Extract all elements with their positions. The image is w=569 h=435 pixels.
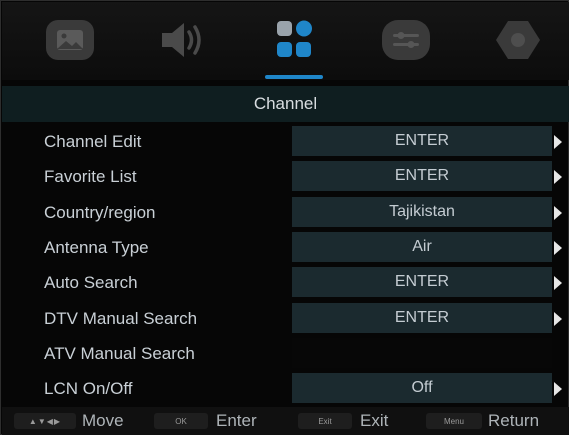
tab-picture[interactable] [14, 14, 126, 66]
lock-icon [496, 21, 540, 59]
right-arrow-icon[interactable] [554, 135, 562, 149]
selected-tab-indicator [265, 75, 323, 79]
help-enter-label: Enter [216, 411, 257, 430]
menu-key-icon: Menu [426, 413, 482, 429]
menu-row-label: Antenna Type [44, 237, 149, 257]
channel-icon [277, 20, 312, 57]
right-arrow-icon[interactable] [554, 170, 562, 185]
right-arrow-icon[interactable] [554, 240, 562, 255]
menu-tab-bar [2, 2, 569, 80]
tab-sound[interactable] [126, 14, 238, 66]
right-arrow-icon[interactable] [554, 276, 562, 291]
menu-row[interactable]: Antenna Type Air [2, 231, 569, 264]
right-arrow-icon[interactable] [554, 311, 562, 326]
menu-row-value[interactable]: Off [292, 373, 552, 404]
menu-row-value[interactable]: ENTER [292, 267, 552, 298]
menu-row-label: DTV Manual Search [44, 308, 198, 328]
menu-row-value[interactable]: Tajikistan [292, 196, 552, 227]
picture-icon [46, 20, 94, 60]
help-return-label: Return [488, 411, 540, 430]
menu-row[interactable]: LCN On/Off Off [2, 372, 569, 405]
tab-lock[interactable] [462, 14, 569, 66]
menu-row-value[interactable]: Air [292, 231, 552, 262]
help-exit-label: Exit [360, 411, 389, 430]
menu-row-label: LCN On/Off [44, 379, 133, 399]
menu-title: Channel [2, 86, 569, 122]
ok-key-icon: OK [154, 413, 208, 429]
menu-row-value[interactable]: ENTER [292, 302, 552, 333]
menu-row-label: Favorite List [44, 167, 137, 187]
help-move-label: Move [82, 411, 124, 430]
nav-keys-icon: ▲▼◀▶ [14, 413, 76, 429]
tab-settings[interactable] [350, 14, 462, 66]
menu-row[interactable]: Auto Search ENTER [2, 266, 569, 299]
settings-icon [382, 20, 430, 60]
tv-menu-frame: Channel Channel Edit ENTER Favorite List EN… [0, 0, 569, 435]
menu-row[interactable]: ATV Manual Search [2, 337, 569, 370]
tab-channel[interactable] [238, 14, 350, 66]
menu-row[interactable]: Favorite List ENTER [2, 160, 569, 193]
menu-row-value[interactable] [292, 337, 552, 368]
exit-key-icon: Exit [298, 413, 352, 429]
help-bar: ▲▼◀▶ Move OK Enter Exit Exit Menu Return [2, 407, 569, 435]
menu-row-value[interactable]: ENTER [292, 161, 552, 192]
menu-row-label: Channel Edit [44, 132, 142, 151]
menu-row-label: Country/region [44, 202, 156, 222]
right-arrow-icon[interactable] [554, 382, 562, 397]
sound-icon [162, 23, 201, 57]
menu-row[interactable]: Channel Edit ENTER [2, 125, 569, 158]
menu-row-label: ATV Manual Search [44, 343, 195, 363]
menu-row-value[interactable]: ENTER [292, 126, 552, 156]
menu-row[interactable]: DTV Manual Search ENTER [2, 302, 569, 335]
menu-row[interactable]: Country/region Tajikistan [2, 196, 569, 229]
menu-row-label: Auto Search [44, 273, 138, 293]
right-arrow-icon[interactable] [554, 205, 562, 220]
